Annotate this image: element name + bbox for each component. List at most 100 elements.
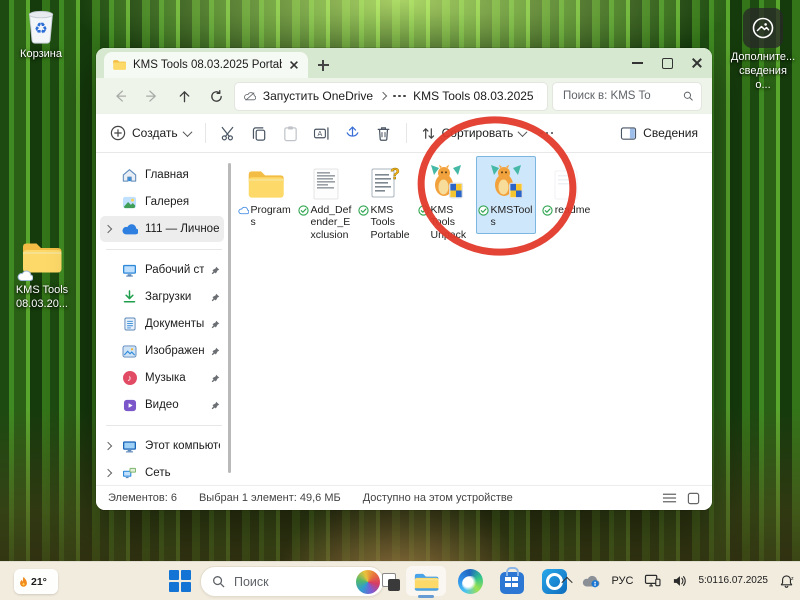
desktop-icon-recycle-bin[interactable]: ♻ Корзина: [12, 7, 70, 62]
documents-icon: [121, 316, 138, 333]
sidebar-item-downloads[interactable]: Загрузки: [100, 284, 224, 310]
details-pane-button[interactable]: Сведения: [620, 126, 698, 141]
pin-icon: [211, 266, 220, 275]
taskbar-file-explorer[interactable]: [412, 567, 440, 595]
weather-temp: 21°: [31, 576, 47, 588]
file-name: Add_Defender_Exclusion: [311, 204, 355, 241]
sidebar-item-label: Галерея: [145, 196, 220, 208]
sidebar-item-desktop[interactable]: Рабочий стол: [100, 257, 224, 283]
address-bar[interactable]: Запустить OneDrive KMS Tools 08.03.2025 …: [234, 82, 548, 111]
pin-icon: [211, 374, 220, 383]
synced-status-icon: [358, 205, 369, 216]
desktop: ♻ Корзина Дополните... сведения о...: [0, 0, 800, 600]
file-item-kms-tools-portable[interactable]: ? KMS Tools Portable: [356, 156, 416, 246]
sidebar-item-onedrive[interactable]: 111 — Личное: [100, 216, 224, 242]
taskbar-store[interactable]: [498, 567, 526, 595]
edge-icon: [458, 569, 483, 594]
list-view-icon[interactable]: [662, 492, 677, 504]
task-view-button[interactable]: [376, 567, 404, 595]
sidebar-item-gallery[interactable]: Галерея: [100, 189, 224, 215]
svg-text:?: ?: [390, 166, 400, 183]
new-tab-button[interactable]: [308, 52, 338, 78]
tab-close-icon[interactable]: [289, 60, 299, 70]
tray-clock[interactable]: 5:01 16.07.2025: [698, 575, 768, 588]
back-icon: [112, 88, 128, 104]
folder-icon: [20, 240, 64, 281]
tray-network[interactable]: [644, 574, 661, 588]
sidebar-scrollbar[interactable]: [228, 163, 231, 473]
files-row: Programs Add_Defender_Exclusion: [236, 156, 712, 246]
taskbar-search[interactable]: [200, 566, 384, 597]
folder-tab-icon: [112, 59, 127, 71]
plus-icon: [318, 60, 329, 71]
desktop-icon-info[interactable]: Дополните... сведения о...: [731, 8, 795, 92]
sidebar-item-label: Документы: [145, 318, 204, 330]
svg-text:♻: ♻: [34, 21, 48, 38]
file-item-kms-tools-unpack[interactable]: KMS Tools Unpack: [416, 156, 476, 246]
close-button[interactable]: [682, 48, 712, 78]
breadcrumb-overflow[interactable]: [393, 95, 406, 98]
synced-status-icon: [298, 205, 309, 216]
tab-kms-tools[interactable]: KMS Tools 08.03.2025 Portable: [104, 52, 308, 78]
new-button-label: Создать: [132, 126, 178, 140]
copy-icon[interactable]: [251, 125, 268, 142]
share-icon[interactable]: [344, 125, 361, 142]
sidebar-item-this-pc[interactable]: Этот компьютер: [100, 433, 224, 459]
breadcrumb-onedrive[interactable]: Запустить OneDrive: [263, 89, 373, 103]
sidebar-item-home[interactable]: Главная: [100, 162, 224, 188]
maximize-button[interactable]: [652, 48, 682, 78]
cut-icon[interactable]: [220, 125, 237, 142]
sidebar-item-label: Сеть: [145, 467, 220, 479]
file-item-add-defender-exclusion[interactable]: Add_Defender_Exclusion: [296, 156, 356, 246]
taskbar-edge[interactable]: [456, 567, 484, 595]
tray-onedrive[interactable]: [582, 575, 600, 588]
file-item-readme[interactable]: readme: [536, 156, 596, 221]
start-button[interactable]: [166, 567, 194, 595]
explorer-search-input[interactable]: [561, 89, 679, 103]
sidebar-item-label: Этот компьютер: [145, 440, 220, 452]
tray-notifications[interactable]: z: [779, 574, 794, 589]
large-icons-view-icon[interactable]: [687, 492, 700, 505]
expand-chevron-icon[interactable]: [104, 442, 112, 450]
up-button[interactable]: [170, 82, 198, 110]
expand-chevron-icon[interactable]: [104, 469, 112, 477]
explorer-search[interactable]: [552, 82, 702, 111]
file-item-kmstools-selected[interactable]: KMSTools: [476, 156, 536, 234]
tray-show-hidden-button[interactable]: [563, 577, 571, 585]
maximize-icon: [662, 58, 673, 69]
sidebar-item-music[interactable]: ♪ Музыка: [100, 365, 224, 391]
store-icon: [500, 572, 524, 594]
refresh-icon: [209, 89, 224, 104]
synced-status-icon: [418, 205, 429, 216]
desktop-icon-kms-folder[interactable]: KMS Tools 08.03.20...: [6, 240, 78, 312]
windows-logo-icon: [169, 570, 191, 592]
cloud-status-icon: [238, 205, 249, 216]
sidebar-item-documents[interactable]: Документы: [100, 311, 224, 337]
tray-volume[interactable]: [672, 574, 687, 588]
desktop-folder-icon: [121, 262, 138, 279]
refresh-button[interactable]: [202, 82, 230, 110]
minimize-button[interactable]: [622, 48, 652, 78]
sidebar-item-network[interactable]: Сеть: [100, 460, 224, 486]
taskbar-search-input[interactable]: [232, 574, 326, 590]
tray-language[interactable]: РУС: [611, 575, 633, 587]
new-button[interactable]: Создать: [110, 125, 191, 141]
weather-widget[interactable]: 21°: [14, 569, 58, 594]
help-file-icon: ?: [369, 159, 403, 201]
paste-icon[interactable]: [282, 125, 299, 142]
file-item-programs[interactable]: Programs: [236, 156, 296, 234]
delete-icon[interactable]: [375, 125, 392, 142]
sort-button[interactable]: Сортировать: [421, 126, 527, 141]
breadcrumb-current-folder[interactable]: KMS Tools 08.03.2025 Portable: [413, 89, 538, 103]
forward-button[interactable]: [138, 82, 166, 110]
rename-icon[interactable]: A: [313, 125, 330, 142]
back-button[interactable]: [106, 82, 134, 110]
navigation-pane: Главная Галерея 111 — Личное Рабочий сто…: [96, 153, 232, 485]
sidebar-item-pictures[interactable]: Изображения: [100, 338, 224, 364]
expand-chevron-icon[interactable]: [104, 225, 112, 233]
up-icon: [177, 89, 192, 104]
sidebar-item-label: Видео: [145, 399, 204, 411]
sidebar-item-videos[interactable]: Видео: [100, 392, 224, 418]
more-options-button[interactable]: [540, 132, 553, 135]
explorer-running-indicator: [418, 595, 434, 598]
